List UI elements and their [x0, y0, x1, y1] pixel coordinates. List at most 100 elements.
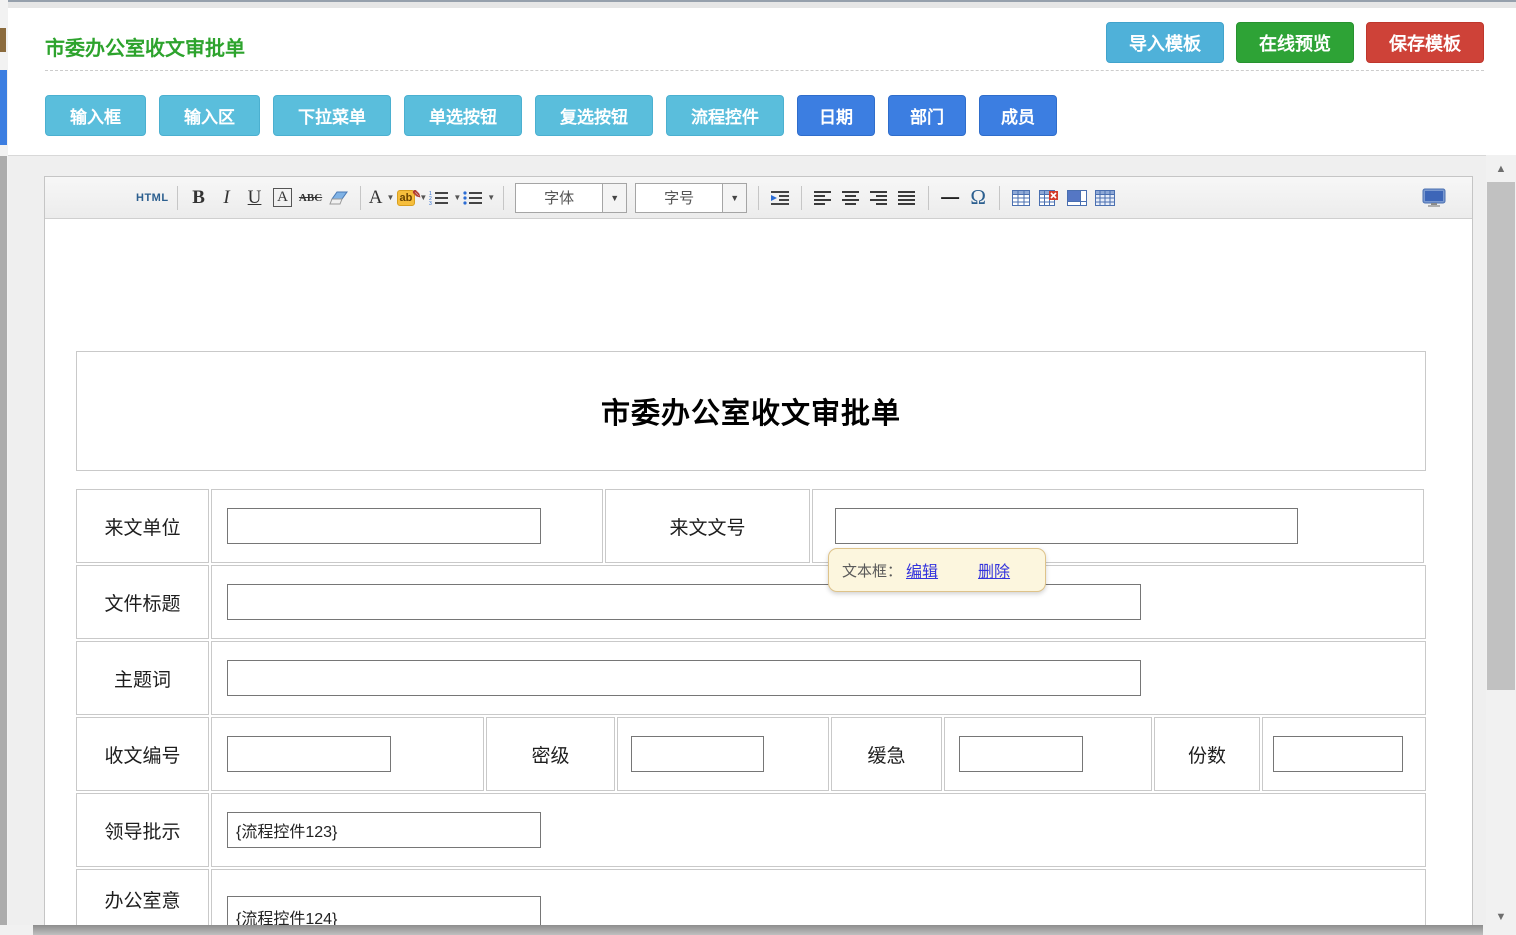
palette-input-box-button[interactable]: 输入框 [45, 95, 146, 136]
chevron-down-icon: ▼ [386, 193, 394, 202]
toolbar-separator [177, 186, 178, 210]
secrecy-input[interactable] [631, 736, 764, 772]
special-character-button[interactable]: Ω [965, 183, 991, 213]
font-family-value: 字体 [516, 187, 602, 208]
incoming-unit-input[interactable] [227, 508, 541, 544]
header: 市委办公室收文审批单 导入模板 在线预览 保存模板 输入框 输入区 下拉菜单 单… [8, 8, 1516, 156]
horizontal-scrollbar[interactable] [0, 925, 1483, 935]
fullscreen-button[interactable] [1421, 183, 1447, 213]
page-title: 市委办公室收文审批单 [45, 32, 245, 61]
urgency-cell [944, 717, 1152, 791]
chevron-down-icon: ▼ [722, 184, 746, 212]
urgency-input[interactable] [959, 736, 1083, 772]
indent-button[interactable] [767, 183, 793, 213]
table-icon [1012, 190, 1030, 206]
vertical-scrollbar-thumb[interactable] [1487, 182, 1515, 690]
palette-dropdown-button[interactable]: 下拉菜单 [273, 95, 391, 136]
palette-textarea-button[interactable]: 输入区 [159, 95, 260, 136]
cut-off-blue-button-fragment [0, 70, 7, 145]
component-palette: 输入框 输入区 下拉菜单 单选按钮 复选按钮 流程控件 日期 部门 成员 [45, 95, 1057, 136]
underline-button[interactable]: U [242, 183, 268, 213]
copies-input[interactable] [1273, 736, 1403, 772]
align-right-icon [870, 190, 888, 206]
import-template-button[interactable]: 导入模板 [1106, 22, 1224, 63]
palette-flow-control-button[interactable]: 流程控件 [666, 95, 784, 136]
font-family-select[interactable]: 字体 ▼ [515, 183, 627, 213]
table-row: 文件标题 [76, 565, 1426, 639]
edit-link[interactable]: 编辑 [906, 558, 938, 582]
incoming-number-input[interactable] [835, 508, 1298, 544]
html-source-button[interactable]: HTML [136, 183, 169, 213]
receipt-number-input[interactable] [227, 736, 391, 772]
form-title-cell: 市委办公室收文审批单 [76, 351, 1426, 471]
horizontal-scrollbar-thumb[interactable] [33, 925, 1483, 935]
vertical-scrollbar[interactable]: ▲ ▼ [1486, 155, 1516, 935]
indent-icon [770, 190, 790, 206]
incoming-number-label: 来文文号 [605, 489, 810, 563]
palette-checkbox-button[interactable]: 复选按钮 [535, 95, 653, 136]
highlight-ab-icon: ab [397, 190, 416, 206]
cell-properties-button[interactable] [1064, 183, 1090, 213]
font-color-a-icon: A [369, 187, 383, 209]
font-size-select[interactable]: 字号 ▼ [635, 183, 747, 213]
table-grid-icon [1095, 190, 1115, 206]
secrecy-label: 密级 [486, 717, 615, 791]
align-left-button[interactable] [810, 183, 836, 213]
palette-member-button[interactable]: 成员 [979, 95, 1057, 136]
toolbar-separator [928, 186, 929, 210]
unordered-list-icon [463, 190, 483, 206]
toolbar-separator [758, 186, 759, 210]
bold-button[interactable]: B [186, 183, 212, 213]
align-left-icon [814, 190, 832, 206]
highlight-color-button[interactable]: ab ▼ [397, 183, 428, 213]
receipt-number-label: 收文编号 [76, 717, 209, 791]
delete-table-button[interactable] [1036, 183, 1062, 213]
ordered-list-button[interactable]: 1 2 3 ▼ [429, 183, 461, 213]
cut-off-left-content [0, 0, 8, 935]
form-table: 来文单位 来文文号 文件标题 主题词 [76, 489, 1426, 935]
font-color-button[interactable]: A ▼ [369, 183, 395, 213]
incoming-unit-label: 来文单位 [76, 489, 209, 563]
template-actions: 导入模板 在线预览 保存模板 [1106, 22, 1484, 63]
copies-cell [1262, 717, 1426, 791]
window-top-edge [0, 0, 1516, 8]
palette-department-button[interactable]: 部门 [888, 95, 966, 136]
editor-document[interactable]: 市委办公室收文审批单 来文单位 来文文号 文件标题 [45, 219, 1472, 935]
toolbar-separator [503, 186, 504, 210]
align-justify-button[interactable] [894, 183, 920, 213]
italic-button[interactable]: I [214, 183, 240, 213]
online-preview-button[interactable]: 在线预览 [1236, 22, 1354, 63]
scroll-up-arrow-icon[interactable]: ▲ [1486, 163, 1516, 175]
ordered-list-icon: 1 2 3 [429, 190, 449, 206]
remove-format-button[interactable] [326, 183, 352, 213]
align-center-icon [842, 190, 860, 206]
palette-date-button[interactable]: 日期 [797, 95, 875, 136]
rich-text-editor: HTML B I U A ABC A ▼ ab ▼ 1 2 3 [44, 176, 1473, 935]
save-template-button[interactable]: 保存模板 [1366, 22, 1484, 63]
document-title-cell [211, 565, 1426, 639]
strikethrough-button[interactable]: ABC [298, 183, 324, 213]
leader-note-flow-control[interactable]: {流程控件123} [227, 812, 541, 848]
table-cell-icon [1067, 190, 1087, 206]
subject-input[interactable] [227, 660, 1141, 696]
format-a-button[interactable]: A [270, 183, 296, 213]
subject-label: 主题词 [76, 641, 209, 715]
chevron-down-icon: ▼ [602, 184, 626, 212]
chevron-down-icon: ▼ [453, 193, 461, 202]
delete-link[interactable]: 删除 [978, 558, 1010, 582]
insert-table-button[interactable] [1008, 183, 1034, 213]
palette-radio-button[interactable]: 单选按钮 [404, 95, 522, 136]
toolbar-separator [999, 186, 1000, 210]
scroll-down-arrow-icon[interactable]: ▼ [1486, 911, 1516, 923]
align-center-button[interactable] [838, 183, 864, 213]
align-justify-icon [898, 190, 916, 206]
horizontal-rule-button[interactable]: — [937, 183, 963, 213]
align-right-button[interactable] [866, 183, 892, 213]
form-title: 市委办公室收文审批单 [601, 390, 901, 432]
secrecy-cell [617, 717, 829, 791]
unordered-list-button[interactable]: ▼ [463, 183, 495, 213]
dashed-divider [45, 70, 1484, 71]
toolbar-separator [360, 186, 361, 210]
receipt-number-cell [211, 717, 484, 791]
table-grid-button[interactable] [1092, 183, 1118, 213]
